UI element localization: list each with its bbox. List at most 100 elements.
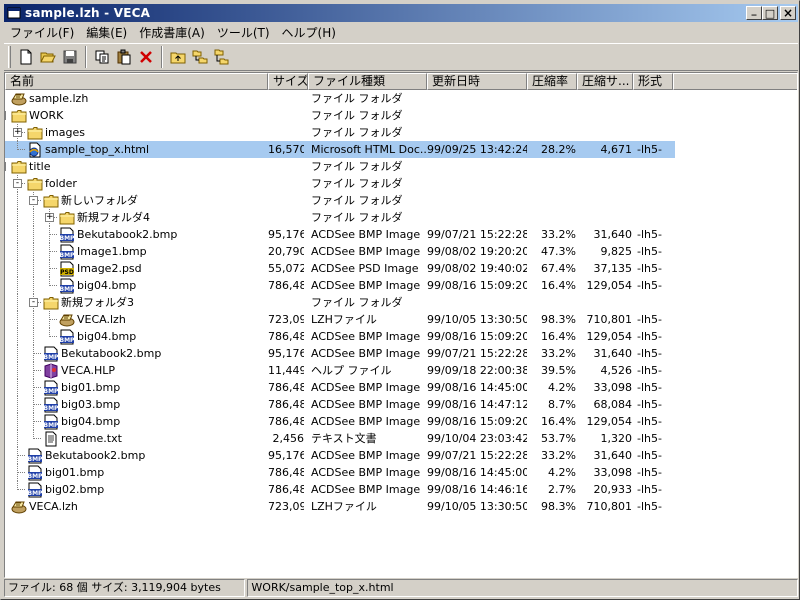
folder-tree-icon — [214, 49, 229, 65]
list-header: 名前 サイズ ファイル種類 更新日時 圧縮率 圧縮サ... 形式 — [5, 73, 797, 90]
list-item[interactable]: VECA.lzh 723,096 LZHファイル 99/10/05 13:30:50 9… — [5, 498, 797, 515]
copy-button[interactable] — [91, 46, 113, 68]
open-button[interactable] — [37, 46, 59, 68]
item-date: 99/08/16 14:45:00 — [427, 466, 527, 479]
collapse-toggle[interactable]: - — [5, 162, 6, 171]
list-item[interactable]: sample_top_x.html 16,570 Microsoft HTML Do… — [5, 141, 797, 158]
list-item[interactable]: - title ファイル フォルダ — [5, 158, 797, 175]
item-ratio — [528, 124, 576, 141]
maximize-button[interactable]: □ — [762, 6, 778, 20]
menu-edit[interactable]: 編集(E) — [80, 24, 133, 41]
list-item[interactable]: VECA.HLP 11,449 ヘルプ ファイル 99/09/18 22:00:38 3… — [5, 362, 797, 379]
toolbar-grip[interactable] — [8, 46, 11, 68]
list-item[interactable]: readme.txt 2,456 テキスト文書 99/10/04 23:03:42 53… — [5, 430, 797, 447]
item-type: LZHファイル — [311, 500, 377, 513]
item-type: ファイル フォルダ — [311, 92, 403, 105]
list-item[interactable]: BMPbig01.bmp 786,486 ACDSee BMP Image 99/08… — [5, 464, 797, 481]
item-name: big04.bmp — [77, 279, 137, 292]
item-date: 99/08/16 15:09:20 — [427, 330, 527, 343]
list-item[interactable]: BMPbig04.bmp 786,486 ACDSee BMP Image 99/08… — [5, 413, 797, 430]
list-item[interactable]: PSD Image2.psd 55,072 ACDSee PSD Image 99/08… — [5, 260, 797, 277]
up-folder-button[interactable] — [167, 46, 189, 68]
tree-line — [49, 285, 57, 286]
list-item[interactable]: BMP Bekutabook2.bmp 95,176 ACDSee BMP Image… — [5, 447, 797, 464]
item-ratio — [528, 158, 576, 175]
tree-view-button[interactable] — [189, 46, 211, 68]
item-name: VECA.HLP — [61, 364, 116, 377]
status-current-path: WORK/sample_top_x.html — [247, 579, 798, 597]
folder-tree-button[interactable] — [211, 46, 233, 68]
tree-line — [33, 370, 41, 371]
new-archive-button[interactable] — [15, 46, 37, 68]
item-type: ファイル フォルダ — [311, 211, 403, 224]
save-icon — [63, 50, 77, 64]
paste-button[interactable] — [113, 46, 135, 68]
item-compressed-size: 4,526 — [600, 364, 633, 377]
list-item[interactable]: BMPbig04.bmp 786,486 ACDSee BMP Image 99/08… — [5, 328, 797, 345]
list-item[interactable]: - WORK ファイル フォルダ — [5, 107, 797, 124]
psd-image-icon: PSD — [58, 260, 75, 277]
list-item[interactable]: BMP Bekutabook2.bmp 95,176 ACDSee BMP Image… — [5, 226, 797, 243]
maximize-icon: □ — [764, 6, 776, 20]
item-date: 99/08/16 14:45:00 — [427, 381, 527, 394]
item-ratio — [528, 209, 576, 226]
column-header-compressed[interactable]: 圧縮サ... — [577, 73, 633, 90]
item-compressed-size — [579, 158, 632, 175]
title-bar[interactable]: sample.lzh - VECA _ □ × — [4, 4, 798, 22]
item-type: ACDSee BMP Image — [311, 381, 421, 394]
item-ratio: 67.4% — [541, 262, 576, 275]
collapse-toggle[interactable]: - — [13, 179, 22, 188]
item-type: ACDSee BMP Image — [311, 228, 421, 241]
list-item[interactable]: BMP Image1.bmp 20,790 ACDSee BMP Image 99/08… — [5, 243, 797, 260]
list-item[interactable]: - 新しいフォルダ ファイル フォルダ — [5, 192, 797, 209]
column-header-name[interactable]: 名前 — [5, 73, 268, 90]
list-item[interactable]: VECA.lzh 723,096 LZHファイル 99/10/05 13:30:50 9… — [5, 311, 797, 328]
column-header-format[interactable]: 形式 — [633, 73, 673, 90]
item-type: ファイル フォルダ — [311, 126, 403, 139]
svg-text:BMP: BMP — [59, 337, 74, 344]
svg-text:BMP: BMP — [43, 422, 58, 429]
save-button[interactable] — [59, 46, 81, 68]
collapse-toggle[interactable]: - — [29, 298, 38, 307]
collapse-toggle[interactable]: - — [5, 111, 6, 120]
tree-line — [17, 192, 18, 209]
item-compressed-size — [579, 90, 632, 107]
column-header-ratio[interactable]: 圧縮率 — [527, 73, 577, 90]
delete-button[interactable] — [135, 46, 157, 68]
list-item[interactable]: sample.lzh ファイル フォルダ — [5, 90, 797, 107]
item-size: 786,486 — [268, 330, 304, 343]
menu-tools[interactable]: ツール(T) — [211, 24, 276, 41]
expand-toggle[interactable]: + — [13, 128, 22, 137]
html-document-icon — [26, 141, 43, 158]
expand-toggle[interactable]: + — [45, 213, 54, 222]
list-item[interactable]: BMPbig04.bmp 786,486 ACDSee BMP Image 99/08… — [5, 277, 797, 294]
column-header-date[interactable]: 更新日時 — [427, 73, 527, 90]
list-item[interactable]: BMPbig01.bmp 786,486 ACDSee BMP Image 99/08… — [5, 379, 797, 396]
new-archive-icon — [20, 49, 32, 65]
list-item[interactable]: BMP Bekutabook2.bmp 95,176 ACDSee BMP Image… — [5, 345, 797, 362]
menu-archive[interactable]: 作成書庫(A) — [133, 24, 211, 41]
close-icon: × — [782, 6, 794, 20]
menu-file[interactable]: ファイル(F) — [4, 24, 80, 41]
list-item[interactable]: BMPbig03.bmp 786,486 ACDSee BMP Image 99/08… — [5, 396, 797, 413]
list-item[interactable]: BMPbig02.bmp 786,486 ACDSee BMP Image 99/08… — [5, 481, 797, 498]
collapse-toggle[interactable]: - — [29, 196, 38, 205]
close-button[interactable]: × — [780, 6, 796, 20]
minimize-button[interactable]: _ — [746, 6, 762, 20]
file-list[interactable]: 名前 サイズ ファイル種類 更新日時 圧縮率 圧縮サ... 形式 sample.… — [4, 72, 798, 578]
list-item[interactable]: - folder ファイル フォルダ — [5, 175, 797, 192]
item-ratio: 16.4% — [541, 279, 576, 292]
menu-help[interactable]: ヘルプ(H) — [276, 24, 342, 41]
list-item[interactable]: - 新規フォルダ3 ファイル フォルダ — [5, 294, 797, 311]
list-rows: sample.lzh ファイル フォルダ - WORK ファイル フォルダ + images… — [5, 90, 797, 515]
item-date: 99/10/05 13:30:50 — [427, 313, 527, 326]
list-item[interactable]: + images ファイル フォルダ — [5, 124, 797, 141]
list-item[interactable]: + 新規フォルダ4 ファイル フォルダ — [5, 209, 797, 226]
tree-line — [33, 421, 41, 422]
lzh-archive-icon — [58, 311, 75, 328]
tree-view-icon — [192, 50, 208, 64]
item-name: Bekutabook2.bmp — [45, 449, 146, 462]
column-header-type[interactable]: ファイル種類 — [308, 73, 427, 90]
column-header-size[interactable]: サイズ — [268, 73, 308, 90]
item-format: -lh5- — [637, 245, 662, 258]
